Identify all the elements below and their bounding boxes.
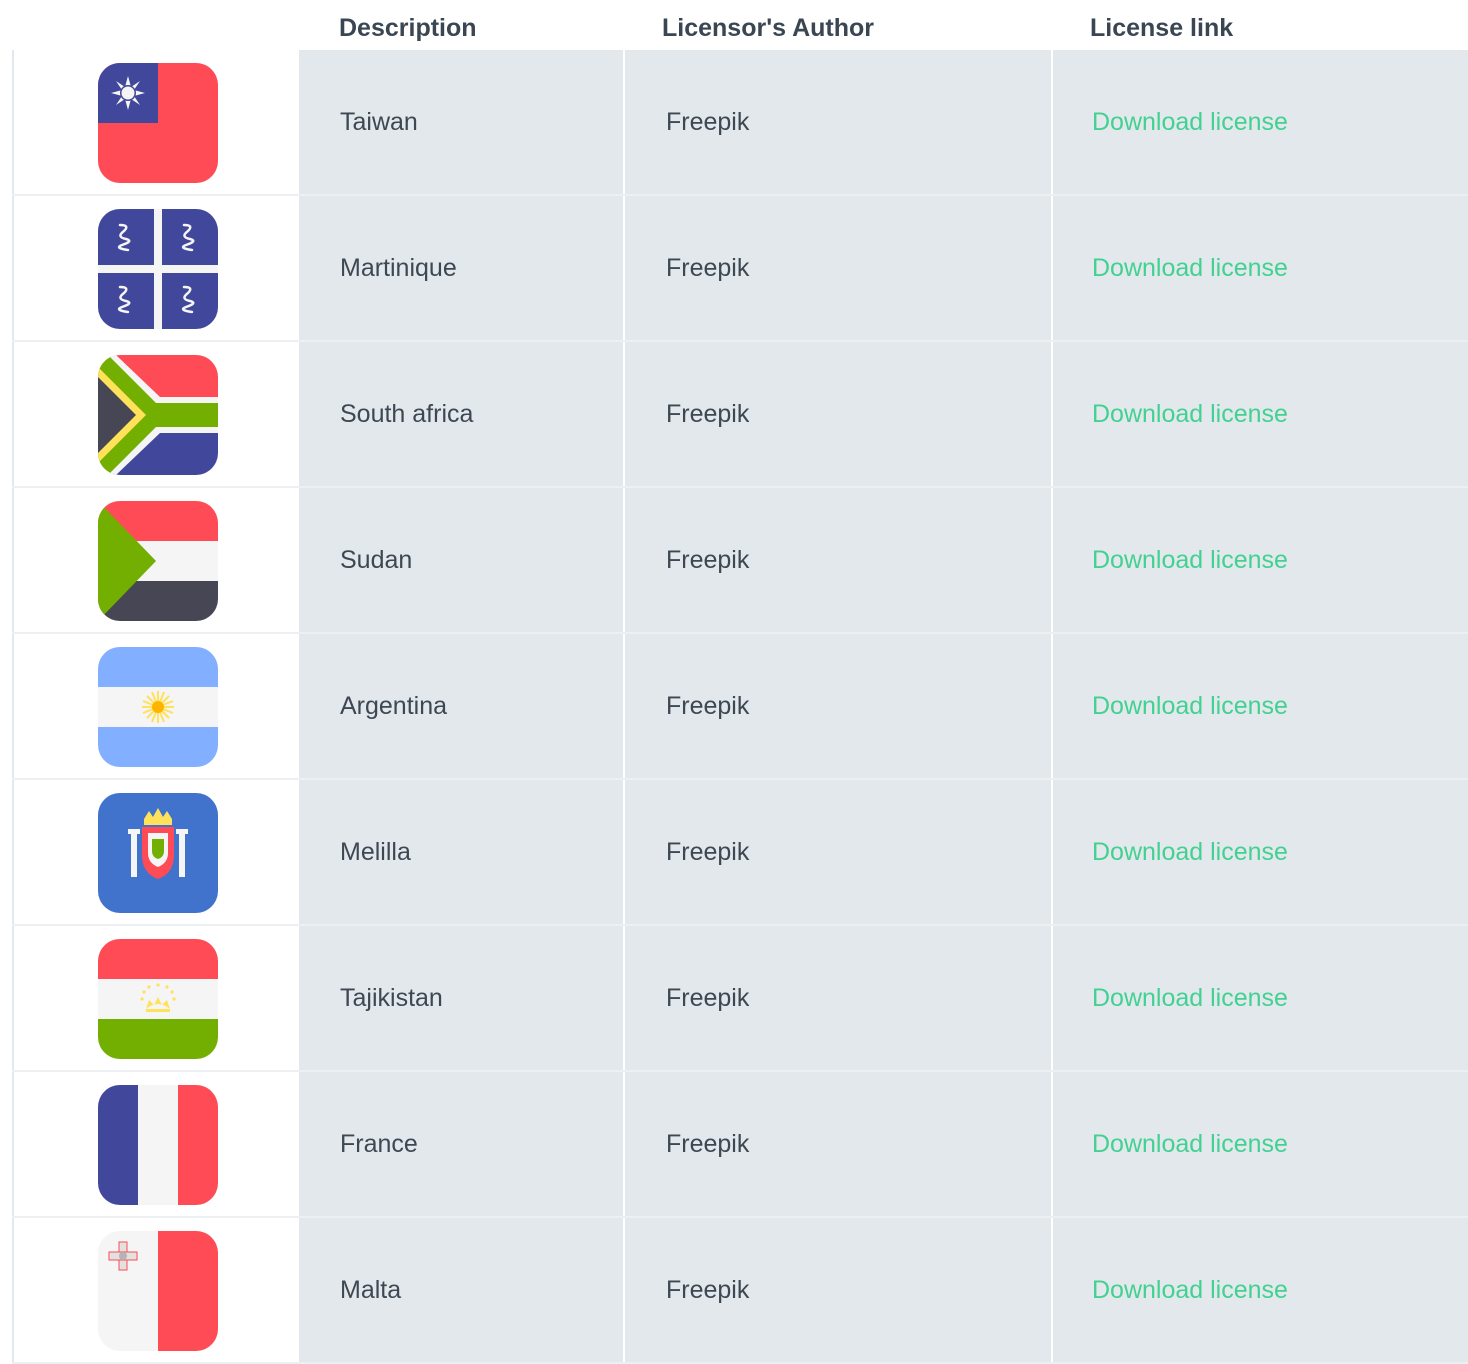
author-text: Freepik: [666, 108, 750, 136]
table-header: Description Licensor's Author License li…: [0, 0, 1468, 50]
author-cell: Freepik: [625, 926, 1051, 1070]
description-cell: Malta: [299, 1218, 623, 1362]
description-cell: Martinique: [299, 196, 623, 340]
flag-cell: [12, 634, 299, 778]
header-license-link: License link: [1090, 14, 1234, 42]
description-text: Taiwan: [340, 108, 418, 136]
license-link-cell: Download license: [1053, 342, 1468, 486]
license-link-cell: Download license: [1053, 488, 1468, 632]
description-text: Argentina: [340, 692, 448, 720]
download-license-link[interactable]: Download license: [1092, 1130, 1288, 1159]
author-cell: Freepik: [625, 342, 1051, 486]
south-africa-flag-icon: [98, 355, 218, 475]
description-cell: South africa: [299, 342, 623, 486]
download-license-link[interactable]: Download license: [1092, 400, 1288, 429]
table-row: Martinique Freepik Download license: [12, 196, 1468, 342]
sudan-flag-icon: [98, 501, 218, 621]
author-text: Freepik: [666, 546, 750, 574]
taiwan-flag-icon: [98, 63, 218, 183]
license-link-cell: Download license: [1053, 196, 1468, 340]
download-license-link[interactable]: Download license: [1092, 546, 1288, 575]
author-cell: Freepik: [625, 488, 1051, 632]
table-row: France Freepik Download license: [12, 1072, 1468, 1218]
description-cell: Sudan: [299, 488, 623, 632]
flag-cell: [12, 488, 299, 632]
martinique-flag-icon: [98, 209, 218, 329]
download-license-link[interactable]: Download license: [1092, 1276, 1288, 1305]
description-cell: Argentina: [299, 634, 623, 778]
download-license-link[interactable]: Download license: [1092, 254, 1288, 283]
france-flag-icon: [98, 1085, 218, 1205]
description-text: France: [340, 1130, 418, 1158]
table-row: Taiwan Freepik Download license: [12, 50, 1468, 196]
table-row: Argentina Freepik Download license: [12, 634, 1468, 780]
description-cell: Taiwan: [299, 50, 623, 194]
table-row: Sudan Freepik Download license: [12, 488, 1468, 634]
description-text: South africa: [340, 400, 474, 428]
argentina-flag-icon: [98, 647, 218, 767]
flag-cell: [12, 1072, 299, 1216]
download-license-link[interactable]: Download license: [1092, 108, 1288, 137]
author-text: Freepik: [666, 1276, 750, 1304]
author-cell: Freepik: [625, 196, 1051, 340]
description-text: Sudan: [340, 546, 413, 574]
author-text: Freepik: [666, 984, 750, 1012]
description-cell: Tajikistan: [299, 926, 623, 1070]
author-text: Freepik: [666, 1130, 750, 1158]
header-licensor-author: Licensor's Author: [662, 14, 874, 42]
download-license-link[interactable]: Download license: [1092, 984, 1288, 1013]
table-row: Malta Freepik Download license: [12, 1218, 1468, 1364]
license-link-cell: Download license: [1053, 926, 1468, 1070]
author-cell: Freepik: [625, 1072, 1051, 1216]
description-text: Malta: [340, 1276, 402, 1304]
flag-cell: [12, 196, 299, 340]
license-link-cell: Download license: [1053, 634, 1468, 778]
author-cell: Freepik: [625, 634, 1051, 778]
flag-cell: [12, 780, 299, 924]
flag-cell: [12, 50, 299, 194]
tajikistan-flag-icon: [98, 939, 218, 1059]
author-text: Freepik: [666, 254, 750, 282]
author-text: Freepik: [666, 838, 750, 866]
flag-cell: [12, 1218, 299, 1362]
malta-flag-icon: [98, 1231, 218, 1351]
license-link-cell: Download license: [1053, 50, 1468, 194]
table-row: South africa Freepik Download license: [12, 342, 1468, 488]
header-description: Description: [339, 14, 477, 42]
description-text: Melilla: [340, 838, 411, 866]
flag-cell: [12, 926, 299, 1070]
author-cell: Freepik: [625, 50, 1051, 194]
description-cell: France: [299, 1072, 623, 1216]
table-row: Melilla Freepik Download license: [12, 780, 1468, 926]
license-table: Taiwan Freepik Download license Martiniq…: [12, 50, 1468, 1364]
flag-cell: [12, 342, 299, 486]
description-cell: Melilla: [299, 780, 623, 924]
table-row: Tajikistan Freepik Download license: [12, 926, 1468, 1072]
license-link-cell: Download license: [1053, 780, 1468, 924]
download-license-link[interactable]: Download license: [1092, 692, 1288, 721]
license-link-cell: Download license: [1053, 1072, 1468, 1216]
license-link-cell: Download license: [1053, 1218, 1468, 1362]
author-cell: Freepik: [625, 1218, 1051, 1362]
melilla-flag-icon: [98, 793, 218, 913]
description-text: Martinique: [340, 254, 457, 282]
download-license-link[interactable]: Download license: [1092, 838, 1288, 867]
author-cell: Freepik: [625, 780, 1051, 924]
author-text: Freepik: [666, 692, 750, 720]
description-text: Tajikistan: [340, 984, 443, 1012]
author-text: Freepik: [666, 400, 750, 428]
